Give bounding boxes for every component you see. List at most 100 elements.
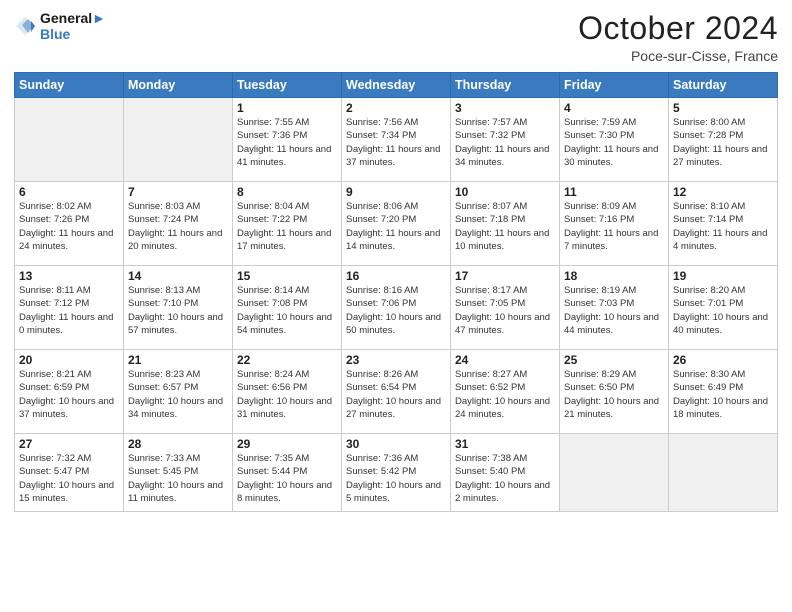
calendar-cell: 23Sunrise: 8:26 AM Sunset: 6:54 PM Dayli… xyxy=(342,350,451,434)
calendar-cell: 31Sunrise: 7:38 AM Sunset: 5:40 PM Dayli… xyxy=(451,434,560,512)
calendar-cell: 28Sunrise: 7:33 AM Sunset: 5:45 PM Dayli… xyxy=(124,434,233,512)
weekday-header-row: SundayMondayTuesdayWednesdayThursdayFrid… xyxy=(15,73,778,98)
day-info: Sunrise: 8:02 AM Sunset: 7:26 PM Dayligh… xyxy=(19,200,119,253)
week-row-5: 27Sunrise: 7:32 AM Sunset: 5:47 PM Dayli… xyxy=(15,434,778,512)
calendar-cell: 10Sunrise: 8:07 AM Sunset: 7:18 PM Dayli… xyxy=(451,182,560,266)
calendar-cell: 4Sunrise: 7:59 AM Sunset: 7:30 PM Daylig… xyxy=(560,98,669,182)
day-info: Sunrise: 8:26 AM Sunset: 6:54 PM Dayligh… xyxy=(346,368,446,421)
day-info: Sunrise: 8:00 AM Sunset: 7:28 PM Dayligh… xyxy=(673,116,773,169)
calendar: SundayMondayTuesdayWednesdayThursdayFrid… xyxy=(14,72,778,512)
day-info: Sunrise: 8:06 AM Sunset: 7:20 PM Dayligh… xyxy=(346,200,446,253)
calendar-cell: 14Sunrise: 8:13 AM Sunset: 7:10 PM Dayli… xyxy=(124,266,233,350)
calendar-cell: 7Sunrise: 8:03 AM Sunset: 7:24 PM Daylig… xyxy=(124,182,233,266)
calendar-cell xyxy=(15,98,124,182)
day-number: 4 xyxy=(564,101,664,115)
day-number: 21 xyxy=(128,353,228,367)
location: Poce-sur-Cisse, France xyxy=(578,48,778,64)
calendar-cell: 9Sunrise: 8:06 AM Sunset: 7:20 PM Daylig… xyxy=(342,182,451,266)
calendar-cell xyxy=(560,434,669,512)
day-info: Sunrise: 7:32 AM Sunset: 5:47 PM Dayligh… xyxy=(19,452,119,505)
day-number: 27 xyxy=(19,437,119,451)
day-number: 16 xyxy=(346,269,446,283)
day-number: 18 xyxy=(564,269,664,283)
day-info: Sunrise: 7:57 AM Sunset: 7:32 PM Dayligh… xyxy=(455,116,555,169)
calendar-cell: 27Sunrise: 7:32 AM Sunset: 5:47 PM Dayli… xyxy=(15,434,124,512)
day-number: 9 xyxy=(346,185,446,199)
day-number: 3 xyxy=(455,101,555,115)
day-info: Sunrise: 7:35 AM Sunset: 5:44 PM Dayligh… xyxy=(237,452,337,505)
month-title: October 2024 xyxy=(578,10,778,47)
calendar-cell: 29Sunrise: 7:35 AM Sunset: 5:44 PM Dayli… xyxy=(233,434,342,512)
calendar-cell xyxy=(669,434,778,512)
day-number: 10 xyxy=(455,185,555,199)
calendar-cell: 18Sunrise: 8:19 AM Sunset: 7:03 PM Dayli… xyxy=(560,266,669,350)
calendar-cell: 22Sunrise: 8:24 AM Sunset: 6:56 PM Dayli… xyxy=(233,350,342,434)
day-info: Sunrise: 8:07 AM Sunset: 7:18 PM Dayligh… xyxy=(455,200,555,253)
calendar-cell: 24Sunrise: 8:27 AM Sunset: 6:52 PM Dayli… xyxy=(451,350,560,434)
day-info: Sunrise: 8:03 AM Sunset: 7:24 PM Dayligh… xyxy=(128,200,228,253)
calendar-cell: 13Sunrise: 8:11 AM Sunset: 7:12 PM Dayli… xyxy=(15,266,124,350)
day-number: 7 xyxy=(128,185,228,199)
day-info: Sunrise: 8:21 AM Sunset: 6:59 PM Dayligh… xyxy=(19,368,119,421)
day-info: Sunrise: 8:29 AM Sunset: 6:50 PM Dayligh… xyxy=(564,368,664,421)
calendar-cell: 2Sunrise: 7:56 AM Sunset: 7:34 PM Daylig… xyxy=(342,98,451,182)
day-number: 6 xyxy=(19,185,119,199)
day-number: 30 xyxy=(346,437,446,451)
day-info: Sunrise: 8:17 AM Sunset: 7:05 PM Dayligh… xyxy=(455,284,555,337)
day-info: Sunrise: 8:14 AM Sunset: 7:08 PM Dayligh… xyxy=(237,284,337,337)
day-info: Sunrise: 8:20 AM Sunset: 7:01 PM Dayligh… xyxy=(673,284,773,337)
calendar-cell: 15Sunrise: 8:14 AM Sunset: 7:08 PM Dayli… xyxy=(233,266,342,350)
calendar-cell: 26Sunrise: 8:30 AM Sunset: 6:49 PM Dayli… xyxy=(669,350,778,434)
day-number: 23 xyxy=(346,353,446,367)
day-number: 1 xyxy=(237,101,337,115)
day-info: Sunrise: 7:33 AM Sunset: 5:45 PM Dayligh… xyxy=(128,452,228,505)
calendar-cell: 17Sunrise: 8:17 AM Sunset: 7:05 PM Dayli… xyxy=(451,266,560,350)
day-number: 31 xyxy=(455,437,555,451)
day-info: Sunrise: 8:19 AM Sunset: 7:03 PM Dayligh… xyxy=(564,284,664,337)
day-info: Sunrise: 8:27 AM Sunset: 6:52 PM Dayligh… xyxy=(455,368,555,421)
day-number: 25 xyxy=(564,353,664,367)
week-row-2: 6Sunrise: 8:02 AM Sunset: 7:26 PM Daylig… xyxy=(15,182,778,266)
day-info: Sunrise: 8:16 AM Sunset: 7:06 PM Dayligh… xyxy=(346,284,446,337)
day-number: 8 xyxy=(237,185,337,199)
day-number: 26 xyxy=(673,353,773,367)
day-number: 28 xyxy=(128,437,228,451)
calendar-cell xyxy=(124,98,233,182)
week-row-4: 20Sunrise: 8:21 AM Sunset: 6:59 PM Dayli… xyxy=(15,350,778,434)
day-info: Sunrise: 7:36 AM Sunset: 5:42 PM Dayligh… xyxy=(346,452,446,505)
day-number: 20 xyxy=(19,353,119,367)
day-info: Sunrise: 7:38 AM Sunset: 5:40 PM Dayligh… xyxy=(455,452,555,505)
day-number: 13 xyxy=(19,269,119,283)
day-number: 29 xyxy=(237,437,337,451)
day-info: Sunrise: 8:04 AM Sunset: 7:22 PM Dayligh… xyxy=(237,200,337,253)
day-number: 24 xyxy=(455,353,555,367)
weekday-monday: Monday xyxy=(124,73,233,98)
calendar-cell: 3Sunrise: 7:57 AM Sunset: 7:32 PM Daylig… xyxy=(451,98,560,182)
calendar-cell: 1Sunrise: 7:55 AM Sunset: 7:36 PM Daylig… xyxy=(233,98,342,182)
day-info: Sunrise: 8:09 AM Sunset: 7:16 PM Dayligh… xyxy=(564,200,664,253)
calendar-cell: 11Sunrise: 8:09 AM Sunset: 7:16 PM Dayli… xyxy=(560,182,669,266)
weekday-friday: Friday xyxy=(560,73,669,98)
day-number: 2 xyxy=(346,101,446,115)
day-number: 14 xyxy=(128,269,228,283)
weekday-saturday: Saturday xyxy=(669,73,778,98)
day-number: 12 xyxy=(673,185,773,199)
day-info: Sunrise: 8:24 AM Sunset: 6:56 PM Dayligh… xyxy=(237,368,337,421)
day-number: 17 xyxy=(455,269,555,283)
day-info: Sunrise: 8:10 AM Sunset: 7:14 PM Dayligh… xyxy=(673,200,773,253)
calendar-cell: 19Sunrise: 8:20 AM Sunset: 7:01 PM Dayli… xyxy=(669,266,778,350)
calendar-cell: 20Sunrise: 8:21 AM Sunset: 6:59 PM Dayli… xyxy=(15,350,124,434)
day-number: 22 xyxy=(237,353,337,367)
calendar-cell: 5Sunrise: 8:00 AM Sunset: 7:28 PM Daylig… xyxy=(669,98,778,182)
calendar-cell: 21Sunrise: 8:23 AM Sunset: 6:57 PM Dayli… xyxy=(124,350,233,434)
day-info: Sunrise: 7:59 AM Sunset: 7:30 PM Dayligh… xyxy=(564,116,664,169)
weekday-wednesday: Wednesday xyxy=(342,73,451,98)
calendar-cell: 25Sunrise: 8:29 AM Sunset: 6:50 PM Dayli… xyxy=(560,350,669,434)
day-info: Sunrise: 8:30 AM Sunset: 6:49 PM Dayligh… xyxy=(673,368,773,421)
day-info: Sunrise: 8:11 AM Sunset: 7:12 PM Dayligh… xyxy=(19,284,119,337)
day-number: 5 xyxy=(673,101,773,115)
calendar-cell: 30Sunrise: 7:36 AM Sunset: 5:42 PM Dayli… xyxy=(342,434,451,512)
day-number: 11 xyxy=(564,185,664,199)
day-info: Sunrise: 7:56 AM Sunset: 7:34 PM Dayligh… xyxy=(346,116,446,169)
calendar-cell: 6Sunrise: 8:02 AM Sunset: 7:26 PM Daylig… xyxy=(15,182,124,266)
